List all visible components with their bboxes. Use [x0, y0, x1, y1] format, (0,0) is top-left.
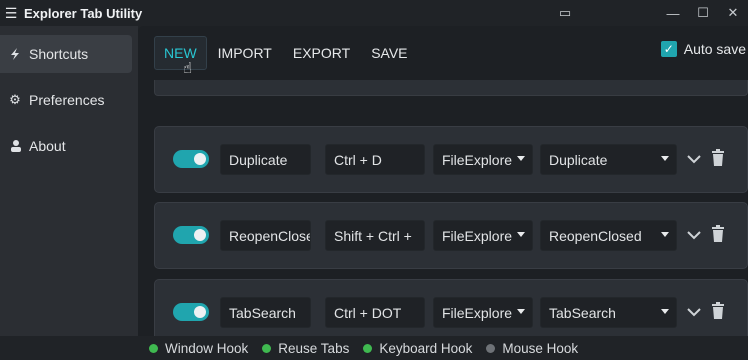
status-reuse-tabs: Reuse Tabs	[262, 341, 349, 356]
status-bar: Window Hook Reuse Tabs Keyboard Hook Mou…	[138, 336, 748, 360]
status-dot-icon	[262, 343, 272, 353]
status-dot-icon	[486, 343, 496, 353]
person-icon	[7, 138, 23, 154]
target-dropdown[interactable]: FileExplore	[433, 144, 533, 175]
action-dropdown-value: Duplicate	[549, 151, 608, 168]
hand-pointer-icon: ☝	[183, 60, 193, 77]
action-dropdown[interactable]: TabSearch	[540, 297, 677, 328]
enable-toggle[interactable]	[173, 303, 209, 321]
sidebar: Shortcuts ⚙ Preferences About	[0, 26, 138, 336]
target-dropdown-value: FileExplore	[442, 227, 513, 244]
export-button[interactable]: EXPORT	[283, 36, 360, 70]
action-dropdown-value: TabSearch	[549, 304, 616, 321]
target-dropdown-value: FileExplore	[442, 151, 513, 168]
minimize-icon[interactable]: —	[658, 0, 688, 26]
caret-down-icon	[661, 156, 669, 161]
action-dropdown-value: ReopenClosed	[549, 227, 642, 244]
hamburger-icon[interactable]: ☰	[0, 0, 22, 26]
caret-down-icon	[661, 232, 669, 237]
title-bar: ☰ Explorer Tab Utility ▭ — ☐ ✕	[0, 0, 748, 26]
enable-toggle[interactable]	[173, 226, 209, 244]
maximize-icon[interactable]: ☐	[688, 0, 718, 26]
chevron-down-icon[interactable]	[685, 226, 703, 244]
sidebar-item-shortcuts[interactable]: Shortcuts	[0, 35, 132, 73]
status-label: Keyboard Hook	[379, 340, 473, 356]
window-snap-icon[interactable]: ▭	[550, 0, 580, 26]
shortcut-row: Duplicate Ctrl + D FileExplore Duplicate	[154, 126, 748, 193]
sidebar-item-label: About	[29, 138, 66, 154]
auto-save-toggle[interactable]: ✓ Auto save	[660, 41, 746, 57]
toggle-knob	[194, 229, 206, 241]
shortcut-list: Duplicate Ctrl + D FileExplore Duplicate…	[138, 80, 748, 336]
app-title: Explorer Tab Utility	[24, 5, 143, 21]
target-dropdown-value: FileExplore	[442, 304, 513, 321]
chevron-down-icon[interactable]	[685, 303, 703, 321]
caret-down-icon	[517, 232, 525, 237]
new-button[interactable]: NEW ☝	[154, 36, 207, 77]
sidebar-item-about[interactable]: About	[0, 127, 132, 165]
status-label: Mouse Hook	[502, 340, 579, 356]
action-dropdown[interactable]: ReopenClosed	[540, 220, 677, 251]
sidebar-item-label: Preferences	[29, 92, 105, 108]
lightning-icon	[7, 46, 23, 62]
caret-down-icon	[661, 309, 669, 314]
trash-icon[interactable]	[711, 225, 727, 245]
new-button-label: NEW	[164, 45, 197, 61]
gear-icon: ⚙	[9, 92, 21, 107]
caret-down-icon	[517, 309, 525, 314]
status-label: Reuse Tabs	[278, 340, 350, 356]
enable-toggle[interactable]	[173, 150, 209, 168]
auto-save-checkbox[interactable]: ✓	[660, 41, 677, 57]
sidebar-item-preferences[interactable]: ⚙ Preferences	[0, 81, 132, 119]
status-dot-icon	[149, 343, 158, 353]
close-icon[interactable]: ✕	[718, 0, 748, 26]
trash-icon[interactable]	[711, 302, 727, 322]
shortcut-row-partial	[154, 80, 748, 96]
shortcut-name-field[interactable]: Duplicate	[220, 144, 311, 175]
action-dropdown[interactable]: Duplicate	[540, 144, 677, 175]
shortcut-name-field[interactable]: ReopenClose	[220, 220, 311, 251]
status-dot-icon	[363, 343, 373, 353]
target-dropdown[interactable]: FileExplore	[433, 297, 533, 328]
shortcut-keys-field[interactable]: Ctrl + DOT	[325, 297, 425, 328]
main-panel: NEW ☝ IMPORT EXPORT SAVE ✓ Auto save Dup…	[138, 26, 748, 336]
trash-icon[interactable]	[711, 149, 727, 169]
chevron-down-icon[interactable]	[685, 150, 703, 168]
shortcut-keys-field[interactable]: Ctrl + D	[325, 144, 425, 175]
toolbar: NEW ☝ IMPORT EXPORT SAVE ✓ Auto save	[138, 26, 748, 80]
save-button[interactable]: SAVE	[361, 36, 417, 70]
status-window-hook: Window Hook	[149, 341, 248, 356]
auto-save-label: Auto save	[683, 41, 746, 57]
target-dropdown[interactable]: FileExplore	[433, 220, 533, 251]
toggle-knob	[194, 153, 206, 165]
status-label: Window Hook	[165, 340, 249, 356]
status-keyboard-hook: Keyboard Hook	[363, 341, 472, 356]
caret-down-icon	[517, 156, 525, 161]
shortcut-row: TabSearch Ctrl + DOT FileExplore TabSear…	[154, 279, 748, 336]
shortcut-name-field[interactable]: TabSearch	[220, 297, 311, 328]
status-mouse-hook: Mouse Hook	[486, 341, 578, 356]
shortcut-row: ReopenClose Shift + Ctrl + FileExplore R…	[154, 202, 748, 269]
sidebar-item-label: Shortcuts	[29, 46, 89, 62]
import-button[interactable]: IMPORT	[208, 36, 282, 70]
toggle-knob	[194, 306, 206, 318]
shortcut-keys-field[interactable]: Shift + Ctrl +	[325, 220, 425, 251]
